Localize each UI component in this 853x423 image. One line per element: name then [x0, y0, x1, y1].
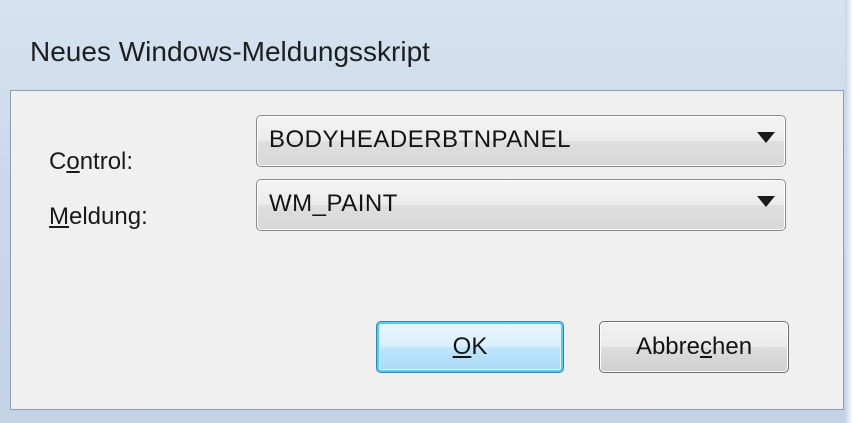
window-edge [845, 0, 853, 423]
control-label: Control: [49, 148, 134, 175]
cancel-button-label: Abbrechen [635, 333, 753, 360]
chevron-down-icon[interactable] [757, 132, 775, 143]
ok-button[interactable]: OK [376, 321, 564, 373]
message-label: Meldung: [49, 203, 148, 230]
chevron-down-icon[interactable] [757, 196, 775, 207]
cancel-button[interactable]: Abbrechen [599, 321, 789, 373]
message-dropdown-value: WM_PAINT [269, 190, 398, 217]
control-dropdown[interactable]: BODYHEADERBTNPANEL [256, 115, 786, 167]
message-dropdown[interactable]: WM_PAINT [256, 179, 786, 231]
window-title: Neues Windows-Meldungsskript [30, 36, 430, 67]
dialog-client-area: Control: BODYHEADERBTNPANEL Meldung: WM_… [10, 90, 844, 410]
dialog-window: Neues Windows-Meldungsskript Control: BO… [0, 0, 853, 423]
control-dropdown-value: BODYHEADERBTNPANEL [269, 126, 571, 153]
ok-button-label: OK [452, 333, 488, 360]
